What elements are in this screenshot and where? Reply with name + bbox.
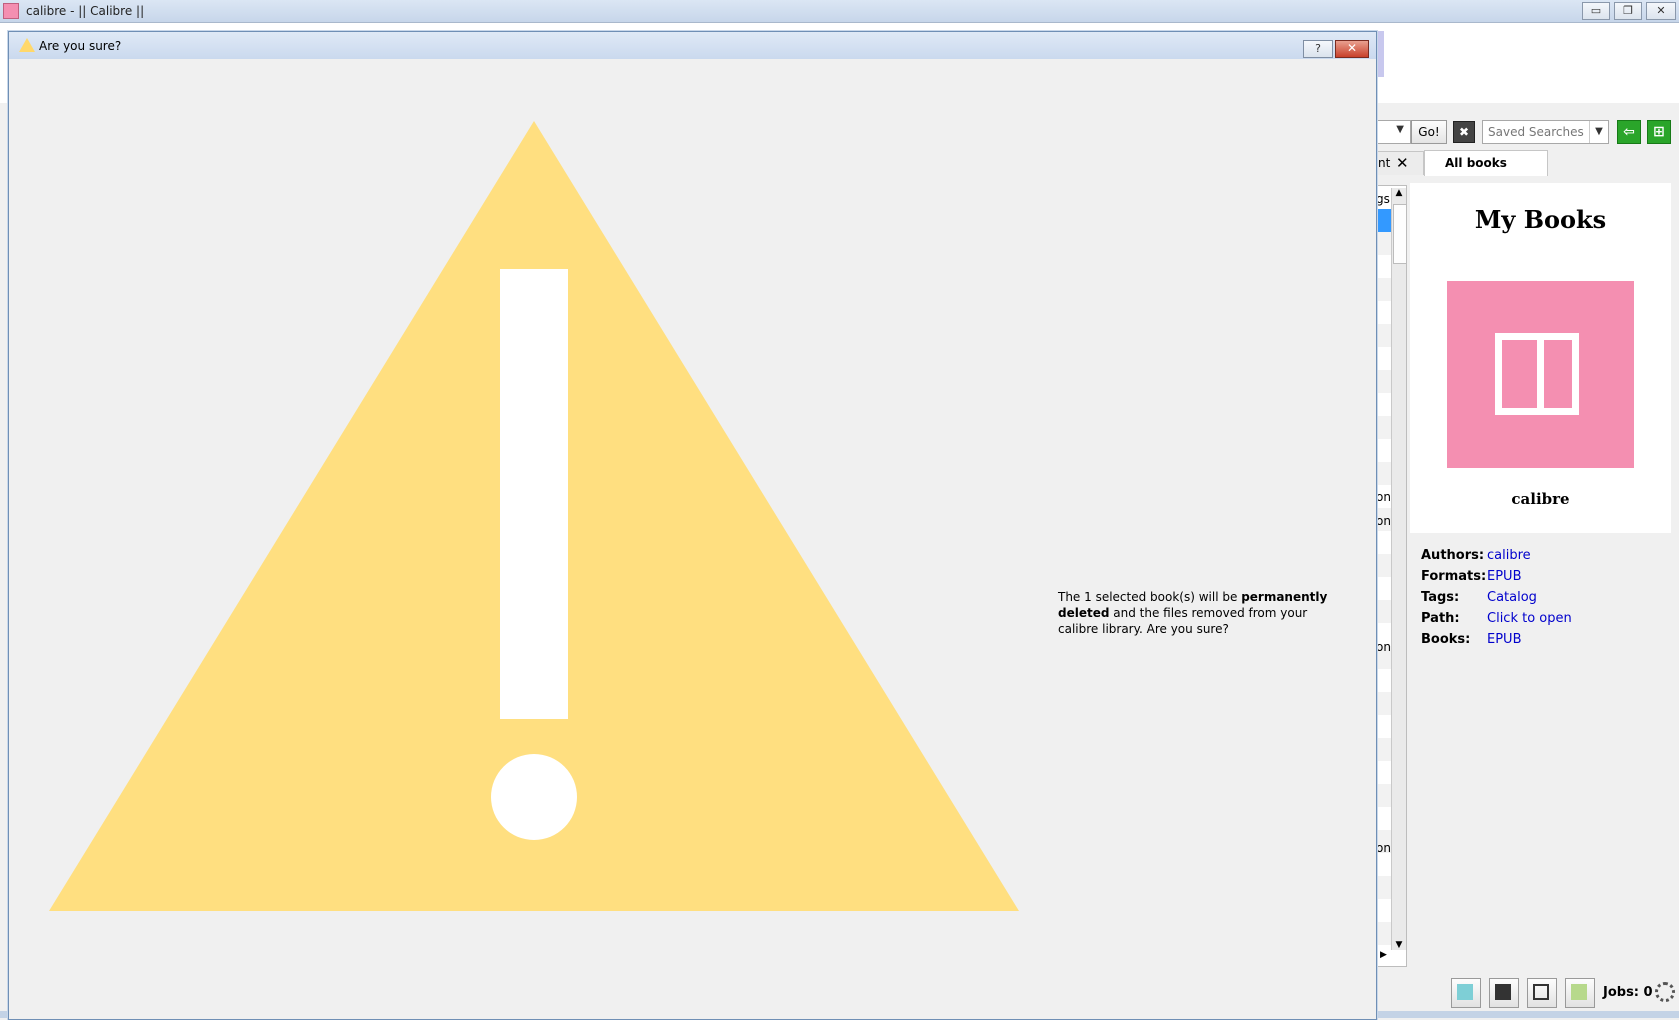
tag-browser-icon	[1495, 984, 1511, 1000]
book-details: Authors: calibre Formats: EPUB Tags: Cat…	[1421, 548, 1671, 653]
list-item[interactable]: on	[1376, 514, 1391, 528]
scroll-up-icon[interactable]: ▲	[1392, 188, 1406, 198]
detail-key: Books:	[1421, 632, 1471, 647]
tab-all-books[interactable]: All books	[1424, 150, 1548, 176]
go-button[interactable]: Go!	[1411, 120, 1447, 144]
scroll-down-icon[interactable]: ▼	[1392, 940, 1406, 950]
detail-key: Path:	[1421, 611, 1460, 626]
dialog-help-button[interactable]: ?	[1303, 40, 1333, 58]
detail-key: Formats:	[1421, 569, 1487, 584]
list-item[interactable]: on	[1376, 490, 1391, 504]
main-window-title: calibre - || Calibre ||	[26, 4, 145, 18]
tab-label: nt	[1378, 156, 1391, 170]
detail-row-formats: Formats: EPUB	[1421, 569, 1671, 590]
message-text: The 1 selected book(s) will be	[1058, 590, 1242, 604]
detail-link-tags[interactable]: Catalog	[1487, 590, 1537, 605]
detail-link-formats[interactable]: EPUB	[1487, 569, 1522, 584]
restore-button[interactable]: ❐	[1614, 2, 1642, 20]
main-close-button[interactable]: ✕	[1646, 2, 1676, 20]
scroll-thumb[interactable]	[1393, 204, 1407, 264]
cover-title: My Books	[1474, 205, 1607, 234]
layout-tag-browser-button[interactable]	[1489, 978, 1519, 1008]
saved-searches-combo[interactable]: Saved Searches ▼	[1482, 120, 1609, 144]
list-item[interactable]: on	[1376, 841, 1391, 855]
cover-image[interactable]	[1447, 281, 1634, 468]
detail-row-authors: Authors: calibre	[1421, 548, 1671, 569]
jobs-indicator[interactable]: Jobs: 0	[1603, 985, 1653, 1000]
confirm-delete-dialog: Are you sure? ? ✕ The 1 selected book(s)…	[8, 31, 1377, 1020]
detail-row-tags: Tags: Catalog	[1421, 590, 1671, 611]
warning-icon	[49, 121, 1019, 911]
calibre-app-icon	[3, 3, 19, 19]
tab-virtual-library[interactable]: nt ✕	[1375, 151, 1424, 175]
warning-icon	[19, 38, 35, 52]
column-header-tags[interactable]: gs	[1376, 192, 1390, 206]
close-icon[interactable]: ✕	[1396, 154, 1409, 172]
book-details-icon	[1571, 984, 1587, 1000]
detail-row-books: Books: EPUB	[1421, 632, 1671, 653]
busy-spinner-icon	[1655, 982, 1675, 1002]
detail-row-path: Path: Click to open	[1421, 611, 1671, 632]
layout-book-details-button[interactable]	[1565, 978, 1595, 1008]
saved-searches-placeholder: Saved Searches	[1488, 125, 1584, 139]
dialog-titlebar: Are you sure? ? ✕	[9, 32, 1376, 59]
clear-search-button[interactable]: ✖	[1453, 121, 1475, 143]
dialog-title: Are you sure?	[39, 39, 122, 53]
dialog-body: The 1 selected book(s) will be permanent…	[9, 59, 1376, 1019]
chevron-down-icon[interactable]: ▼	[1396, 124, 1404, 135]
tab-label: All books	[1445, 156, 1507, 170]
save-search-icon[interactable]: ⊞	[1647, 120, 1671, 144]
detail-link-authors[interactable]: calibre	[1487, 548, 1531, 563]
layout-grid-button[interactable]	[1527, 978, 1557, 1008]
book-cover-panel[interactable]: My Books calibre	[1410, 183, 1671, 533]
book-logo-icon	[1495, 333, 1579, 415]
dialog-message: The 1 selected book(s) will be permanent…	[1058, 589, 1348, 637]
chevron-down-icon[interactable]: ▼	[1589, 121, 1608, 143]
detail-key: Tags:	[1421, 590, 1460, 605]
detail-link-books[interactable]: EPUB	[1487, 632, 1522, 647]
detail-key: Authors:	[1421, 548, 1485, 563]
copy-search-icon[interactable]: ⇦	[1617, 120, 1641, 144]
main-window-titlebar: calibre - || Calibre || ▭ ❐ ✕	[0, 0, 1679, 23]
detail-link-path[interactable]: Click to open	[1487, 611, 1572, 626]
list-item[interactable]: on	[1376, 640, 1391, 654]
minimize-button[interactable]: ▭	[1582, 2, 1610, 20]
dialog-close-button[interactable]: ✕	[1335, 40, 1369, 58]
search-combo[interactable]: ▼	[1375, 120, 1411, 144]
scroll-right-icon[interactable]: ▶	[1380, 950, 1387, 960]
cover-browser-icon	[1457, 984, 1473, 1000]
cover-author: calibre	[1511, 490, 1570, 508]
book-list-scrollbar[interactable]: ▲ ▼	[1391, 188, 1407, 950]
grid-icon	[1533, 984, 1549, 1000]
layout-cover-browser-button[interactable]	[1451, 978, 1481, 1008]
